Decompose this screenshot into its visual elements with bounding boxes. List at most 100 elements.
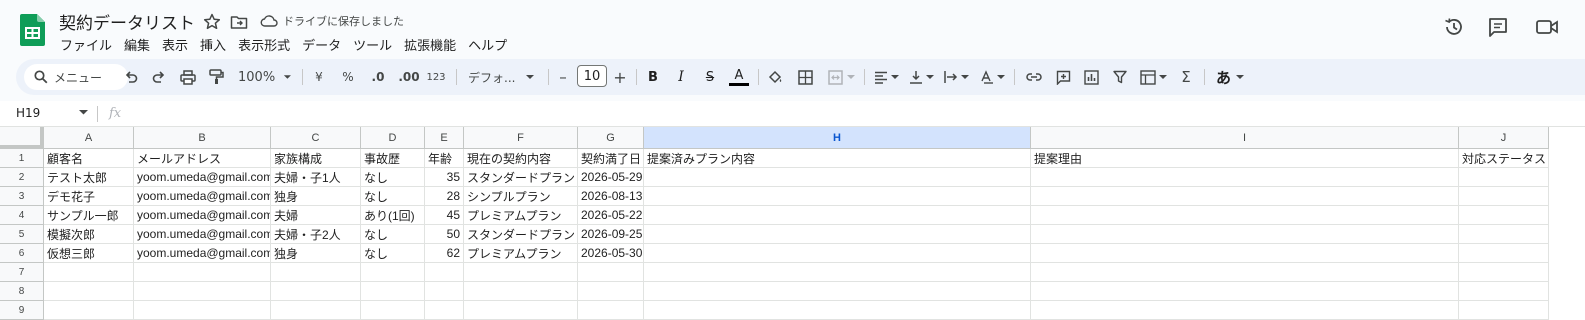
cell-d8[interactable] — [361, 282, 425, 301]
cell-i6[interactable] — [1031, 244, 1459, 263]
cell-d2[interactable]: なし — [361, 168, 425, 187]
move-to-folder-icon[interactable] — [229, 12, 249, 32]
cell-a4[interactable]: サンプル一郎 — [44, 206, 134, 225]
text-wrapping-button[interactable] — [942, 66, 970, 88]
row-header[interactable]: 3 — [0, 187, 44, 206]
input-tools-button[interactable]: あ — [1213, 66, 1247, 88]
merge-cells-button[interactable] — [824, 66, 858, 88]
cell-e1[interactable]: 年齢 — [425, 149, 464, 168]
insert-comment-button[interactable] — [1053, 66, 1073, 88]
cell-d3[interactable]: なし — [361, 187, 425, 206]
menu-data[interactable]: データ — [302, 35, 341, 54]
cell-f9[interactable] — [464, 301, 578, 320]
cell-j6[interactable] — [1459, 244, 1549, 263]
cell-c9[interactable] — [271, 301, 361, 320]
menu-file[interactable]: ファイル — [60, 35, 112, 54]
cell-h2[interactable] — [644, 168, 1031, 187]
increase-decimal-button[interactable]: .00 — [397, 66, 421, 88]
insert-chart-button[interactable] — [1081, 66, 1101, 88]
italic-button[interactable]: I — [674, 66, 688, 88]
cell-c4[interactable]: 夫婦 — [271, 206, 361, 225]
text-rotation-button[interactable] — [978, 66, 1006, 88]
column-header-i[interactable]: I — [1031, 127, 1459, 149]
meet-icon[interactable] — [1535, 16, 1565, 38]
cell-i8[interactable] — [1031, 282, 1459, 301]
cell-g9[interactable] — [578, 301, 644, 320]
column-header-h[interactable]: H — [644, 127, 1031, 149]
cell-d4[interactable]: あり(1回) — [361, 206, 425, 225]
redo-button[interactable] — [150, 66, 168, 88]
name-box[interactable]: H19 — [16, 106, 40, 120]
vertical-align-button[interactable] — [907, 66, 935, 88]
cell-d5[interactable]: なし — [361, 225, 425, 244]
zoom-select[interactable]: 100% — [238, 66, 292, 88]
cell-i5[interactable] — [1031, 225, 1459, 244]
cell-j9[interactable] — [1459, 301, 1549, 320]
column-header-g[interactable]: G — [578, 127, 644, 149]
row-header[interactable]: 4 — [0, 206, 44, 225]
save-status[interactable]: ドライブに保存しました — [260, 13, 404, 29]
cell-g7[interactable] — [578, 263, 644, 282]
cell-g6[interactable]: 2026-05-30 — [578, 244, 644, 263]
row-header[interactable]: 8 — [0, 282, 44, 301]
menu-view[interactable]: 表示 — [162, 35, 188, 54]
chevron-down-icon[interactable] — [79, 110, 88, 115]
insert-link-button[interactable] — [1024, 66, 1044, 88]
cell-g4[interactable]: 2026-05-22 — [578, 206, 644, 225]
cell-f6[interactable]: プレミアムプラン — [464, 244, 578, 263]
cell-e2[interactable]: 35 — [425, 168, 464, 187]
cell-f2[interactable]: スタンダードプラン — [464, 168, 578, 187]
cell-a3[interactable]: デモ花子 — [44, 187, 134, 206]
cell-h1[interactable]: 提案済みプラン内容 — [644, 149, 1031, 168]
row-header[interactable]: 1 — [0, 149, 44, 168]
menu-edit[interactable]: 編集 — [124, 35, 150, 54]
cell-d1[interactable]: 事故歴 — [361, 149, 425, 168]
row-header[interactable]: 7 — [0, 263, 44, 282]
cell-f4[interactable]: プレミアムプラン — [464, 206, 578, 225]
cell-c8[interactable] — [271, 282, 361, 301]
column-header-f[interactable]: F — [464, 127, 578, 149]
cell-h4[interactable] — [644, 206, 1031, 225]
spreadsheet-grid[interactable]: A B C D E F G H I J 1 顧客名 メールアドレス 家族構成 事故歴 年齢 現在の契約内容 契約満… — [0, 127, 1585, 320]
decrease-decimal-button[interactable]: .0 — [368, 66, 388, 88]
functions-button[interactable]: Σ — [1178, 66, 1194, 88]
cell-j7[interactable] — [1459, 263, 1549, 282]
cell-h9[interactable] — [644, 301, 1031, 320]
cell-b3[interactable]: yoom.umeda@gmail.com — [134, 187, 271, 206]
cell-c6[interactable]: 独身 — [271, 244, 361, 263]
cell-f7[interactable] — [464, 263, 578, 282]
cell-d9[interactable] — [361, 301, 425, 320]
paint-format-button[interactable] — [206, 66, 226, 88]
horizontal-align-button[interactable] — [872, 66, 900, 88]
cell-c7[interactable] — [271, 263, 361, 282]
cell-a2[interactable]: テスト太郎 — [44, 168, 134, 187]
cell-b8[interactable] — [134, 282, 271, 301]
cell-i3[interactable] — [1031, 187, 1459, 206]
cell-e8[interactable] — [425, 282, 464, 301]
cell-j2[interactable] — [1459, 168, 1549, 187]
version-history-icon[interactable] — [1443, 16, 1465, 38]
document-title[interactable]: 契約データリスト — [59, 9, 195, 34]
menu-help[interactable]: ヘルプ — [468, 35, 507, 54]
font-size-input[interactable]: 10 — [577, 65, 607, 87]
cell-g5[interactable]: 2026-09-25 — [578, 225, 644, 244]
cell-a1[interactable]: 顧客名 — [44, 149, 134, 168]
cell-a7[interactable] — [44, 263, 134, 282]
cell-e3[interactable]: 28 — [425, 187, 464, 206]
strikethrough-button[interactable]: S — [702, 66, 718, 88]
cell-f5[interactable]: スタンダードプラン — [464, 225, 578, 244]
cell-h7[interactable] — [644, 263, 1031, 282]
cell-i7[interactable] — [1031, 263, 1459, 282]
font-select[interactable]: デフォ... — [468, 66, 540, 88]
cell-b1[interactable]: メールアドレス — [134, 149, 271, 168]
cell-b5[interactable]: yoom.umeda@gmail.com — [134, 225, 271, 244]
column-header-d[interactable]: D — [361, 127, 425, 149]
borders-button[interactable] — [796, 66, 814, 88]
cell-e5[interactable]: 50 — [425, 225, 464, 244]
more-formats-button[interactable]: 123 — [426, 66, 446, 88]
comments-icon[interactable] — [1487, 16, 1509, 38]
cell-b4[interactable]: yoom.umeda@gmail.com — [134, 206, 271, 225]
cell-i1[interactable]: 提案理由 — [1031, 149, 1459, 168]
percent-format-button[interactable]: % — [340, 66, 356, 88]
cell-e6[interactable]: 62 — [425, 244, 464, 263]
